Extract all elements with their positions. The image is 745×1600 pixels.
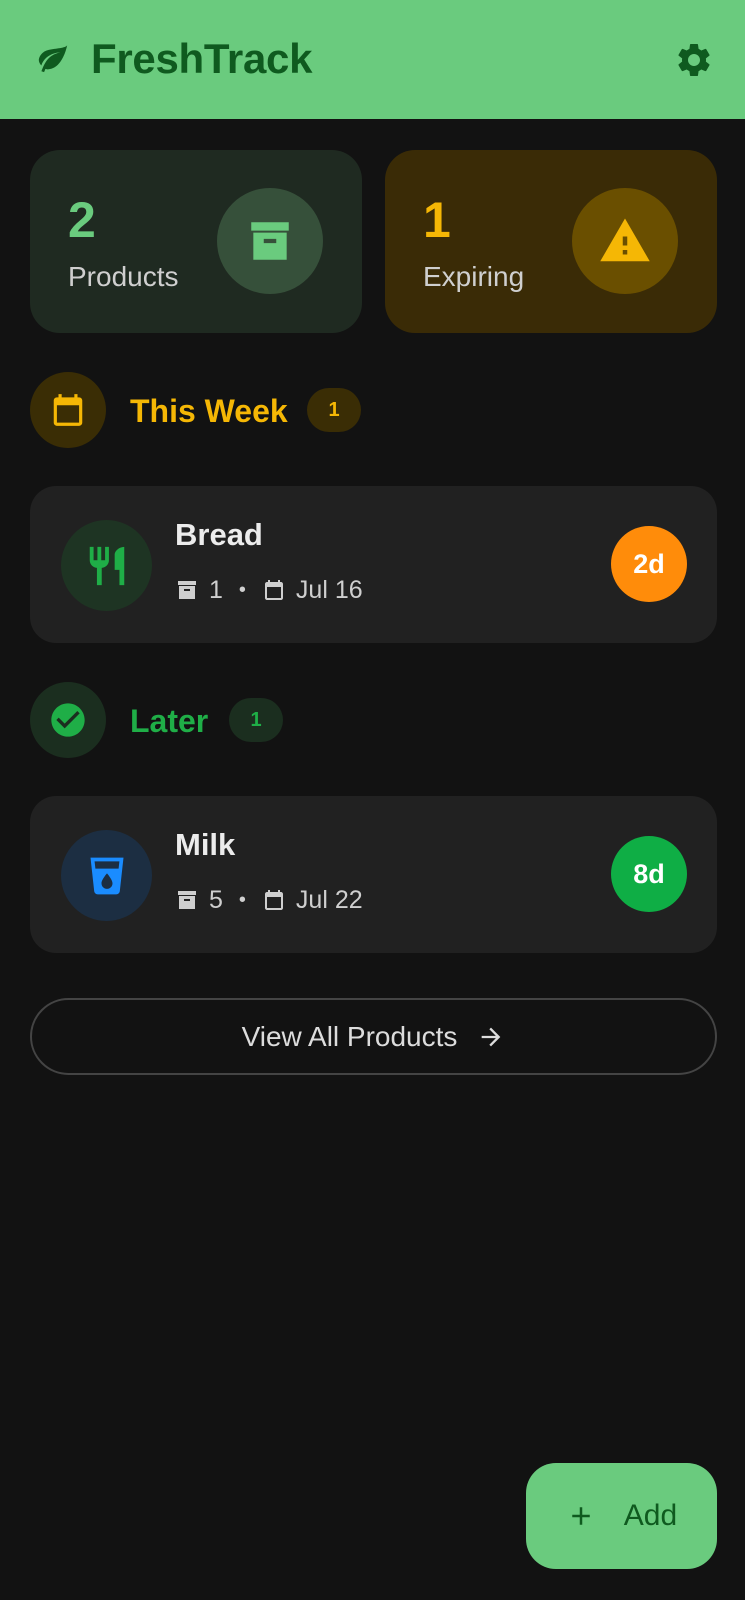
product-icon-circle (61, 830, 152, 921)
section-title: Later (130, 703, 209, 739)
section-later: Later 1 (30, 682, 430, 758)
app-bar: FreshTrack (0, 0, 745, 119)
days-left-badge: 2d (611, 526, 687, 602)
section-count-badge: 1 (229, 698, 283, 742)
product-quantity: 5 (209, 885, 223, 914)
section-this-week: This Week 1 (30, 372, 430, 448)
calendar-icon (264, 890, 283, 910)
expiring-label: Expiring (423, 261, 525, 292)
days-left-badge: 8d (611, 836, 687, 912)
product-card-milk[interactable]: Milk 5 • Jul 22 8d (30, 796, 717, 953)
calendar-icon (264, 580, 283, 600)
product-expiry-date: Jul 16 (295, 575, 363, 604)
plus-icon (572, 1507, 590, 1525)
gear-icon[interactable] (674, 40, 714, 80)
calendar-icon (53, 394, 83, 426)
archive-box-icon (178, 891, 196, 909)
later-icon-circle (30, 682, 106, 758)
separator-dot: • (238, 578, 246, 601)
view-all-products-button[interactable]: View All Products (30, 998, 717, 1075)
view-all-label: View All Products (241, 1020, 458, 1052)
section-count-badge: 1 (307, 388, 361, 432)
product-name: Milk (175, 827, 236, 862)
product-expiry-date: Jul 22 (295, 885, 363, 914)
products-label: Products (68, 261, 179, 292)
arrow-right-icon (482, 1027, 501, 1046)
product-meta: 1 • Jul 16 (175, 574, 363, 606)
separator-dot: • (238, 888, 246, 911)
expiring-stat-card[interactable]: 1 Expiring (385, 150, 717, 333)
water-glass-icon (90, 857, 123, 894)
product-icon-circle (61, 520, 152, 611)
product-quantity: 1 (209, 575, 223, 604)
this-week-icon-circle (30, 372, 106, 448)
product-card-bread[interactable]: Bread 1 • Jul 16 2d (30, 486, 717, 643)
add-product-fab[interactable]: Add (526, 1463, 717, 1569)
product-meta: 5 • Jul 22 (175, 884, 363, 916)
product-name: Bread (175, 517, 263, 552)
expiring-count: 1 (423, 192, 451, 248)
utensils-icon (89, 546, 124, 585)
products-stat-card[interactable]: 2 Products (30, 150, 362, 333)
products-icon-circle (217, 188, 323, 294)
add-label: Add (623, 1499, 678, 1532)
app-title: FreshTrack (91, 35, 313, 82)
expiring-icon-circle (572, 188, 678, 294)
leaf-icon (38, 45, 68, 73)
warning-icon (600, 218, 650, 262)
section-title: This Week (130, 393, 288, 429)
check-circle-icon (51, 703, 85, 737)
products-count: 2 (68, 192, 96, 248)
archive-box-icon (178, 581, 196, 599)
archive-box-icon (251, 222, 289, 260)
